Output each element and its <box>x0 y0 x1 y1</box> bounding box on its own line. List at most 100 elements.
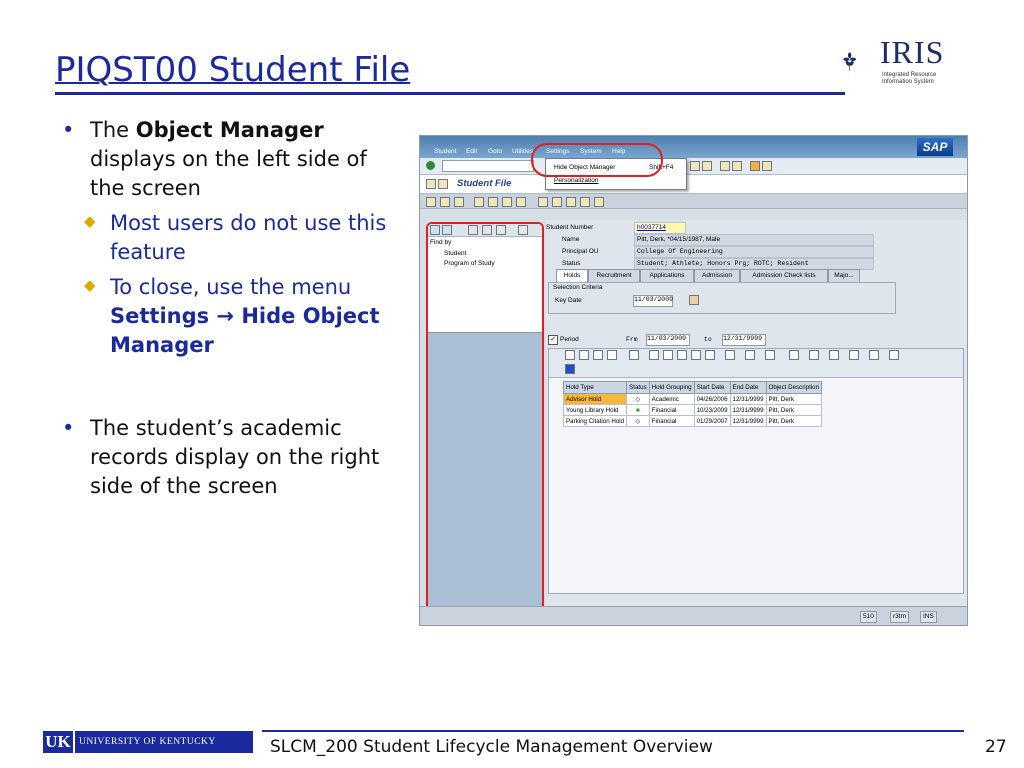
iris-logo-text: IRIS <box>880 34 945 70</box>
tab-admission-check-lists[interactable]: Admission Check lists <box>740 269 828 282</box>
sub-bullet-close: ◆ To close, use the menu Settings → Hide… <box>62 273 402 360</box>
app-toolbar-icon[interactable] <box>474 197 484 207</box>
forward-arrow-icon[interactable] <box>442 225 452 235</box>
diamond-bullet-icon: ◆ <box>84 276 96 294</box>
iris-logo-subtitle: Integrated Resource Information System <box>882 72 937 85</box>
tab-recruitment[interactable]: Recruitment <box>588 269 640 282</box>
app-toolbar-icon[interactable] <box>538 197 548 207</box>
column-header[interactable]: Hold Grouping <box>648 381 695 394</box>
app-toolbar-icon[interactable] <box>440 197 450 207</box>
tab-major[interactable]: Majo... <box>828 269 860 282</box>
toolbar-icon[interactable] <box>732 161 742 171</box>
grid-tool-icon[interactable] <box>849 350 859 360</box>
grid-tool-icon[interactable] <box>829 350 839 360</box>
tab-holds[interactable]: Holds <box>556 269 588 282</box>
app-toolbar-icon[interactable] <box>516 197 526 207</box>
selection-criteria-box: Selection Criteria Key Date 11/03/2009 <box>548 282 896 314</box>
help-icon[interactable] <box>750 161 760 171</box>
screen-title: Student File <box>457 178 512 189</box>
grid-tool-icon[interactable] <box>789 350 799 360</box>
iris-flower-icon <box>843 52 856 71</box>
menu-student[interactable]: Student <box>434 148 456 155</box>
footer-course-title: SLCM_200 Student Lifecycle Management Ov… <box>270 737 713 757</box>
app-toolbar-icon[interactable] <box>488 197 498 207</box>
title-underline <box>55 92 845 95</box>
dropdown-icon[interactable] <box>518 225 528 235</box>
grid-tool-icon[interactable] <box>745 350 755 360</box>
screen-icon <box>438 179 448 189</box>
column-header[interactable]: Hold Type <box>562 381 628 394</box>
name-label: Name <box>562 236 580 243</box>
footer-rule <box>262 730 964 732</box>
sap-logo: SAP <box>917 138 953 156</box>
uk-mark: UK <box>43 731 73 753</box>
bullet-dot-icon: • <box>62 118 75 142</box>
nav-icon[interactable] <box>482 225 492 235</box>
tab-applications[interactable]: Applications <box>640 269 694 282</box>
grid-tool-icon[interactable] <box>565 350 575 360</box>
column-header[interactable]: Start Date <box>693 381 731 394</box>
sap-title-bar: Student Edit Goto Utilities Settings Sys… <box>420 136 967 158</box>
student-number-field[interactable]: h0037714 <box>634 222 686 234</box>
bullet-dot-icon: • <box>62 416 75 440</box>
calendar-icon[interactable] <box>689 295 699 305</box>
grid-tool-icon[interactable] <box>629 350 639 360</box>
app-toolbar-icon[interactable] <box>502 197 512 207</box>
slide-title: PIQST00 Student File <box>55 50 411 90</box>
back-arrow-icon[interactable] <box>430 225 440 235</box>
grid-tool-icon[interactable] <box>677 350 687 360</box>
toolbar-icon[interactable] <box>720 161 730 171</box>
toolbar-icon[interactable] <box>702 161 712 171</box>
grid-tool-icon[interactable] <box>705 350 715 360</box>
grid-tool-icon[interactable] <box>607 350 617 360</box>
layout-icon[interactable] <box>762 161 772 171</box>
tree-item-program-of-study[interactable]: Program of Study <box>444 260 495 267</box>
status-mode: INS <box>920 611 937 623</box>
app-toolbar-icon[interactable] <box>552 197 562 207</box>
grid-tool-icon[interactable] <box>809 350 819 360</box>
status-server: r3tm <box>890 611 909 623</box>
grid-tool-icon[interactable] <box>691 350 701 360</box>
grid-tool-icon[interactable] <box>869 350 879 360</box>
app-toolbar-icon[interactable] <box>426 197 436 207</box>
table-row[interactable]: Parking Citation Hold ◇ Financial 01/29/… <box>562 415 823 427</box>
uk-name: UNIVERSITY OF KENTUCKY <box>75 731 253 753</box>
app-toolbar-icon[interactable] <box>454 197 464 207</box>
tree-item-student[interactable]: Student <box>444 250 466 257</box>
from-date-field[interactable]: 11/03/2009 <box>646 334 690 346</box>
grid-tool-icon[interactable] <box>593 350 603 360</box>
page-number: 27 <box>985 737 1007 757</box>
tab-admission[interactable]: Admission <box>694 269 740 282</box>
menu-goto[interactable]: Goto <box>488 148 502 155</box>
grid-tool-icon[interactable] <box>649 350 659 360</box>
nav-icon[interactable] <box>496 225 506 235</box>
app-toolbar-icon[interactable] <box>580 197 590 207</box>
toolbar-icon[interactable] <box>690 161 700 171</box>
bullet-list: • The Object Manager displays on the lef… <box>62 116 402 501</box>
column-header[interactable]: Status <box>626 381 650 394</box>
menu-utilities[interactable]: Utilities <box>512 148 533 155</box>
command-field[interactable] <box>442 160 534 172</box>
grid-tool-icon[interactable] <box>725 350 735 360</box>
app-toolbar-icon[interactable] <box>566 197 576 207</box>
object-tree: Find by Student Program of Study <box>428 224 542 333</box>
column-header[interactable]: End Date <box>729 381 767 394</box>
nav-icon[interactable] <box>468 225 478 235</box>
app-toolbar-icon[interactable] <box>594 197 604 207</box>
menu-item-personalization[interactable]: Personalization <box>554 177 598 184</box>
menu-edit[interactable]: Edit <box>466 148 477 155</box>
table-row[interactable]: Young Library Hold ■ Financial 10/23/200… <box>562 404 823 416</box>
table-row[interactable]: Advisor Hold ◇ Academic 04/26/2006 12/31… <box>562 393 823 405</box>
key-date-field[interactable]: 11/03/2009 <box>633 295 673 307</box>
period-checkbox[interactable]: ✓ <box>548 335 558 345</box>
to-date-field[interactable]: 12/31/9999 <box>722 334 766 346</box>
info-icon[interactable] <box>565 364 575 374</box>
column-header[interactable]: Object Description <box>765 381 823 394</box>
filter-icon[interactable] <box>663 350 673 360</box>
principal-ou-label: Principal OU <box>562 248 599 255</box>
enter-icon[interactable] <box>426 161 435 170</box>
principal-ou-value: College Of Engineering <box>634 246 874 258</box>
grid-tool-icon[interactable] <box>889 350 899 360</box>
edit-icon[interactable] <box>579 350 589 360</box>
grid-tool-icon[interactable] <box>765 350 775 360</box>
